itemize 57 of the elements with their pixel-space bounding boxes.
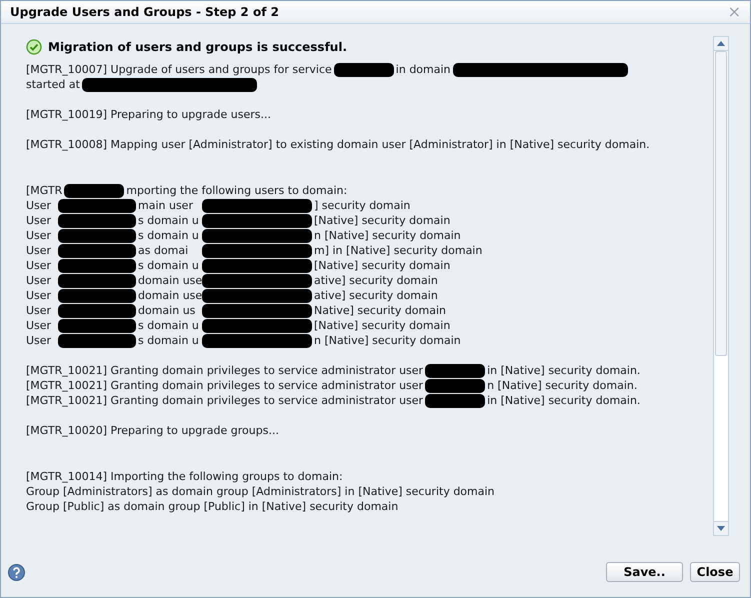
- log-text: ative] security domain: [314, 273, 438, 288]
- log-text: mporting the following users to domain:: [126, 183, 348, 198]
- log-text: Group [Public] as domain group [Public] in [Native] security domain: [26, 499, 398, 514]
- log-text: [MGTR_10021] Granting domain privileges to service administrator user: [26, 363, 424, 378]
- log-text: User: [26, 273, 52, 288]
- log-text: in [Native] security domain.: [487, 363, 640, 378]
- log-text: [MGTR_10020] Preparing to upgrade groups...: [26, 423, 279, 438]
- log-text: domain use: [138, 273, 200, 288]
- log-text: n [Native] security domain: [314, 228, 461, 243]
- log-text: [MGTR_10019] Preparing to upgrade users...: [26, 107, 271, 122]
- check-icon: [26, 39, 42, 55]
- log-text: User: [26, 288, 52, 303]
- log-text: in [Native] security domain.: [487, 393, 640, 408]
- log-text: [Native] security domain: [314, 213, 450, 228]
- log-text: User: [26, 228, 52, 243]
- log-text: User: [26, 303, 52, 318]
- log-text: s domain u: [138, 333, 200, 348]
- scroll-thumb[interactable]: [715, 51, 727, 356]
- log-text: User: [26, 198, 52, 213]
- log-text: [MGTR_10021] Granting domain privileges to service administrator user: [26, 393, 424, 408]
- log-text: [Native] security domain: [314, 258, 450, 273]
- log-text: n [Native] security domain.: [487, 378, 638, 393]
- log-text: Group [Administrators] as domain group [Administrators] in [Native] security domain: [26, 484, 495, 499]
- log-text: [MGTR_10014] Importing the following groups to domain:: [26, 469, 343, 484]
- up-arrow-icon: [717, 41, 725, 46]
- log-text: [MGTR: [26, 183, 62, 198]
- log-text: Native] security domain: [314, 303, 446, 318]
- log-text: User: [26, 318, 52, 333]
- log-text: s domain u: [138, 318, 200, 333]
- log-text: s domain u: [138, 213, 200, 228]
- log-text: n [Native] security domain: [314, 333, 461, 348]
- log-text: m] in [Native] security domain: [314, 243, 482, 258]
- log-text: s domain u: [138, 228, 200, 243]
- window-title: Upgrade Users and Groups - Step 2 of 2: [10, 4, 279, 21]
- log-text: ] security domain: [314, 198, 410, 213]
- log-text: [Native] security domain: [314, 318, 450, 333]
- scrollbar[interactable]: [713, 36, 729, 536]
- status-message: Migration of users and groups is successful.: [48, 40, 347, 54]
- down-arrow-icon: [717, 526, 725, 531]
- log-text: [MGTR_10021] Granting domain privileges to service administrator user: [26, 378, 424, 393]
- log-text: domain use: [138, 288, 200, 303]
- log-text: [MGTR_10007] Upgrade of users and groups for service: [26, 62, 332, 77]
- help-icon[interactable]: [8, 564, 25, 580]
- log-text: started at: [26, 77, 80, 92]
- dialog-button[interactable]: Close: [690, 562, 740, 582]
- log-text: [MGTR_10008] Mapping user [Administrator] to existing domain user [Administrator] in [Native] security domain.: [26, 137, 650, 152]
- log-text: User: [26, 213, 52, 228]
- dialog-button[interactable]: Save..: [606, 562, 683, 582]
- log-text: in domain: [396, 62, 451, 77]
- log-text: as domai: [138, 243, 190, 258]
- log-text: main user: [138, 198, 194, 213]
- log-text: ative] security domain: [314, 288, 438, 303]
- log-text: User: [26, 243, 52, 258]
- log-text: s domain u: [138, 258, 200, 273]
- log-text: domain us: [138, 303, 196, 318]
- log-text: User: [26, 258, 52, 273]
- log-text: User: [26, 333, 52, 348]
